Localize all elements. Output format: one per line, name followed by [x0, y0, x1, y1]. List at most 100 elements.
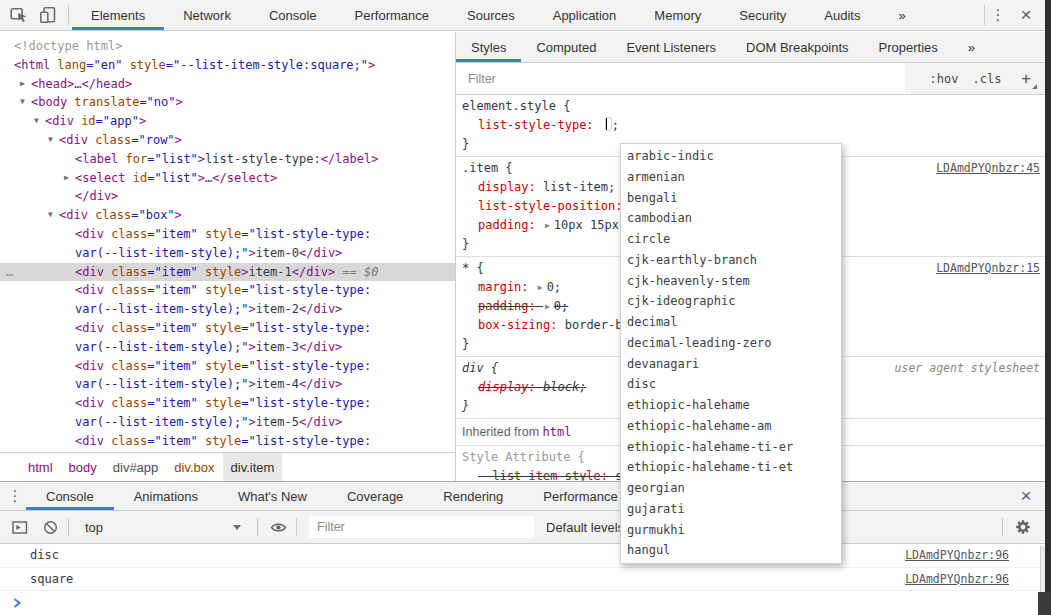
dom-node[interactable]: <!doctype html> — [0, 37, 455, 56]
dom-node[interactable]: <div class="item" style="list-style-type… — [0, 225, 455, 263]
dom-node[interactable]: ▼<div class="row"> — [0, 131, 455, 150]
dom-node[interactable]: ▼<div id="app"> — [0, 112, 455, 131]
toggle-class-button[interactable]: .cls — [972, 72, 1001, 86]
autocomplete-option[interactable]: circle — [621, 229, 841, 250]
autocomplete-option[interactable]: gurmukhi — [621, 520, 841, 541]
panel-tab-network[interactable]: Network — [164, 0, 250, 30]
panel-tab-console[interactable]: Console — [250, 0, 336, 30]
collapse-arrow-icon[interactable]: ▼ — [20, 93, 25, 112]
autocomplete-option[interactable]: ethiopic-halehame — [621, 395, 841, 416]
sidebar-tab-event-listeners[interactable]: Event Listeners — [611, 32, 731, 62]
dom-node[interactable]: <div class="item" style="list-style-type… — [0, 319, 455, 357]
live-expression-eye-icon[interactable] — [268, 520, 288, 535]
toggle-hover-state-button[interactable]: :hov — [930, 72, 959, 86]
panel-tab-audits[interactable]: Audits — [805, 0, 879, 30]
drawer-tab-rendering[interactable]: Rendering — [423, 482, 523, 510]
panel-tab-security[interactable]: Security — [720, 0, 805, 30]
autocomplete-option[interactable]: disc — [621, 374, 841, 395]
dom-node[interactable]: </div> — [0, 187, 455, 206]
drawer-tab-animations[interactable]: Animations — [114, 482, 218, 510]
rule-selector[interactable]: element.style { — [462, 97, 570, 116]
dom-node[interactable]: <html lang="en" style="--list-item-style… — [0, 56, 455, 75]
sidebar-tab-styles[interactable]: Styles — [456, 32, 521, 62]
console-settings-gear-icon[interactable] — [1013, 519, 1033, 535]
javascript-context-select[interactable]: top — [77, 520, 249, 535]
console-prompt[interactable] — [0, 591, 1045, 614]
css-property[interactable]: list-style-type: ; — [456, 116, 1045, 135]
autocomplete-option[interactable]: cjk-earthly-branch — [621, 250, 841, 271]
dom-node[interactable]: …<div class="item" style>item-1</div> ==… — [0, 263, 455, 282]
rule-selector[interactable]: Style Attribute { — [462, 448, 585, 467]
dom-node[interactable]: <div class="item" style="list-style-type… — [0, 281, 455, 319]
panel-tab-elements[interactable]: Elements — [72, 0, 164, 30]
node-menu-dots-icon[interactable]: … — [6, 263, 14, 282]
dom-node[interactable]: ▶<head>…</head> — [0, 75, 455, 94]
value-edit-caret[interactable] — [605, 117, 612, 131]
rule-selector[interactable]: div { — [462, 359, 498, 378]
autocomplete-option[interactable]: georgian — [621, 478, 841, 499]
shorthand-expand-icon[interactable]: ▶ — [545, 216, 550, 235]
autocomplete-option[interactable]: decimal-leading-zero — [621, 333, 841, 354]
autocomplete-option[interactable]: ethiopic-halehame-ti-er — [621, 437, 841, 458]
collapse-arrow-icon[interactable]: ▼ — [34, 112, 39, 131]
dom-node[interactable]: ▶<select id="list">…</select> — [0, 169, 455, 188]
stylesheet-source-link[interactable]: LDAmdPYQnbzr:15 — [928, 259, 1040, 278]
breadcrumb-item[interactable]: div.box — [166, 453, 222, 481]
inherited-node-link[interactable]: html — [543, 425, 572, 439]
dom-node[interactable]: ▼<body translate="no"> — [0, 93, 455, 112]
close-devtools-icon[interactable]: × — [1011, 4, 1041, 26]
collapse-arrow-icon[interactable]: ▼ — [48, 206, 53, 225]
sidebar-tab-properties[interactable]: Properties — [864, 32, 953, 62]
console-source-link[interactable]: LDAmdPYQnbzr:96 — [905, 548, 1009, 562]
panel-tab-sources[interactable]: Sources — [448, 0, 534, 30]
drawer-tab-console[interactable]: Console — [26, 482, 114, 510]
stylesheet-source-link[interactable]: LDAmdPYQnbzr:45 — [928, 159, 1040, 178]
panel-tab-application[interactable]: Application — [534, 0, 636, 30]
console-sidebar-toggle-icon[interactable] — [10, 520, 30, 535]
clear-console-icon[interactable] — [40, 520, 60, 535]
dom-node[interactable]: <div class="item" style="list-style-type… — [0, 432, 455, 452]
autocomplete-option[interactable]: hangul — [621, 540, 841, 561]
autocomplete-option[interactable]: ethiopic-halehame-am — [621, 416, 841, 437]
styles-filter-input[interactable]: Filter — [456, 63, 905, 94]
autocomplete-option[interactable]: gujarati — [621, 499, 841, 520]
autocomplete-option[interactable]: cambodian — [621, 208, 841, 229]
collapse-arrow-icon[interactable]: ▼ — [48, 131, 53, 150]
autocomplete-option[interactable]: cjk-ideographic — [621, 291, 841, 312]
sidebar-tab-dom-breakpoints[interactable]: DOM Breakpoints — [731, 32, 864, 62]
dom-node[interactable]: ▼<div class="box"> — [0, 206, 455, 225]
breadcrumb-item[interactable]: div.item — [223, 453, 283, 481]
drawer-tab-what-s-new[interactable]: What's New — [218, 482, 327, 510]
drawer-menu-icon[interactable]: ⋮ — [4, 487, 26, 505]
rule-selector[interactable]: * { — [462, 259, 484, 278]
shorthand-expand-icon[interactable]: ▶ — [545, 297, 550, 316]
new-style-rule-button[interactable]: + — [1021, 69, 1037, 88]
sidebar-tab-computed[interactable]: Computed — [521, 32, 611, 62]
autocomplete-option[interactable]: bengali — [621, 188, 841, 209]
close-drawer-icon[interactable]: × — [1011, 485, 1041, 507]
expand-arrow-icon[interactable]: ▶ — [20, 75, 25, 94]
breadcrumb-item[interactable]: div#app — [105, 453, 167, 481]
panel-tab-memory[interactable]: Memory — [635, 0, 720, 30]
console-source-link[interactable]: LDAmdPYQnbzr:96 — [905, 572, 1009, 586]
inspect-element-icon[interactable] — [9, 5, 29, 25]
breadcrumb-item[interactable]: html — [20, 453, 61, 481]
autocomplete-option[interactable]: devanagari — [621, 354, 841, 375]
rule-selector[interactable]: .item { — [462, 159, 513, 178]
dom-node[interactable]: <label for="list">list-style-type:</labe… — [0, 150, 455, 169]
panel-tab-performance[interactable]: Performance — [336, 0, 448, 30]
drawer-tab-coverage[interactable]: Coverage — [327, 482, 423, 510]
autocomplete-option[interactable]: decimal — [621, 312, 841, 333]
device-toolbar-icon[interactable] — [38, 5, 58, 25]
autocomplete-option[interactable]: ethiopic-halehame-ti-et — [621, 457, 841, 478]
autocomplete-option[interactable]: cjk-heavenly-stem — [621, 271, 841, 292]
shorthand-expand-icon[interactable]: ▶ — [538, 278, 543, 297]
dom-node[interactable]: <div class="item" style="list-style-type… — [0, 394, 455, 432]
autocomplete-option[interactable]: armenian — [621, 167, 841, 188]
expand-arrow-icon[interactable]: ▶ — [64, 169, 69, 188]
sidebar-tab--[interactable]: » — [953, 32, 990, 62]
console-filter-input[interactable]: Filter — [309, 516, 534, 538]
breadcrumb-item[interactable]: body — [61, 453, 105, 481]
panel-tab--[interactable]: » — [879, 0, 924, 30]
customize-devtools-icon[interactable]: ⋮ — [985, 6, 1011, 24]
